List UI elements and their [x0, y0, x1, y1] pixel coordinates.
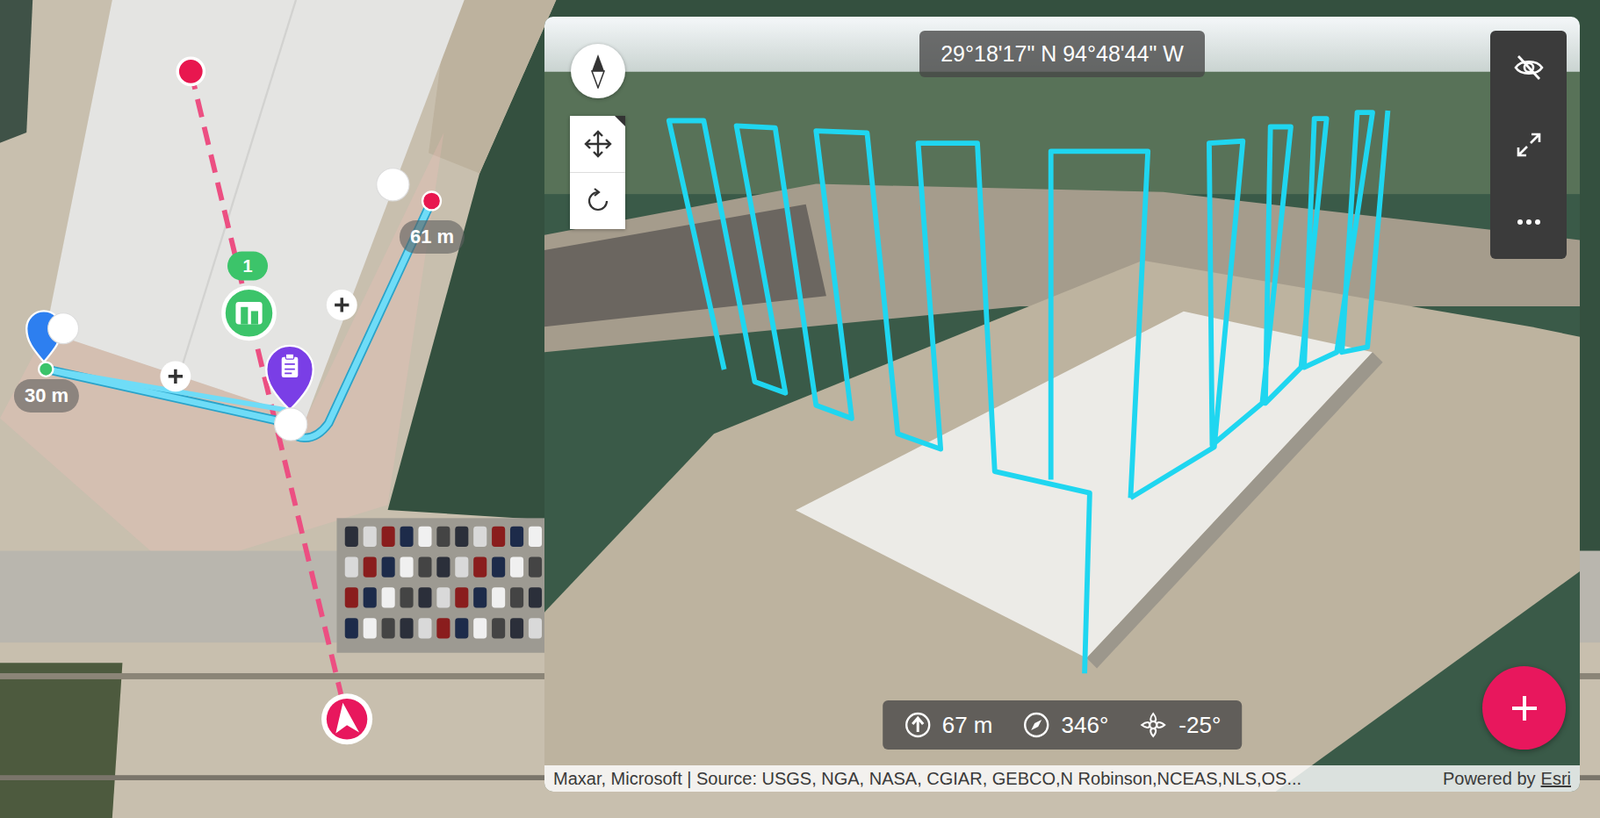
corner-marker: [614, 115, 626, 127]
map-water: [0, 0, 33, 144]
compass-button[interactable]: [570, 43, 626, 99]
telemetry-item: 346°: [1023, 711, 1110, 740]
path-handle[interactable]: [376, 168, 410, 202]
view-toolbar: [1490, 30, 1567, 260]
telemetry-value: 346°: [1061, 712, 1110, 740]
home-arrow-icon[interactable]: [321, 693, 373, 745]
parked-cars: [345, 526, 542, 640]
powered-by-text: Powered by: [1442, 769, 1536, 790]
attribution-text: Maxar, Microsoft | Source: USGS, NGA, NA…: [553, 769, 1302, 790]
add-waypoint-icon[interactable]: [326, 289, 358, 321]
path-start-dot[interactable]: [38, 362, 53, 377]
telemetry-item: 67 m: [903, 711, 994, 740]
path-handle[interactable]: [48, 313, 80, 345]
telemetry-value: 67 m: [942, 712, 994, 740]
navigation-tools: [569, 115, 626, 230]
rotate-icon: [583, 187, 613, 216]
more-button[interactable]: [1502, 197, 1556, 247]
water: [544, 16, 1580, 793]
path-handle[interactable]: [274, 408, 308, 441]
esri-link[interactable]: Esri: [1541, 769, 1572, 790]
plus-icon: [1508, 692, 1541, 725]
altitude-icon: [903, 711, 932, 740]
fullscreen-button[interactable]: [1502, 120, 1556, 170]
purple-pin-icon[interactable]: [266, 345, 313, 411]
gimbal-drone-icon: [1138, 710, 1168, 741]
warehouse-wall: [1086, 352, 1383, 669]
move-arrows-icon: [583, 129, 613, 159]
scene-3d[interactable]: [544, 16, 1580, 793]
compass-needle-icon: [586, 53, 610, 89]
top-row: 29°18'17" N 94°48'44" W: [544, 30, 1580, 78]
hide-button[interactable]: [1502, 43, 1556, 93]
far-land: [544, 72, 1580, 195]
route-line: [190, 71, 347, 720]
distance-label: 30 m: [14, 379, 80, 413]
flight-path-outline: [45, 201, 432, 439]
view-3d-panel[interactable]: 29°18'17" N 94°48'44" W 67 m 346° -25° Maxar…: [544, 16, 1580, 793]
distance-label: 61 m: [399, 220, 465, 254]
telemetry-value: -25°: [1178, 712, 1221, 740]
more-dots-icon: [1515, 217, 1543, 227]
add-waypoint-icon[interactable]: [159, 360, 191, 392]
attribution-bar: Maxar, Microsoft | Source: USGS, NGA, NA…: [544, 765, 1580, 793]
route-start-dot[interactable]: [177, 57, 204, 85]
flight-path[interactable]: [45, 201, 432, 439]
grass: [0, 663, 123, 818]
telemetry-bar: 67 m 346° -25°: [882, 700, 1243, 750]
powered-by: Powered byEsri: [1442, 769, 1572, 790]
pan-tool-button[interactable]: [569, 115, 626, 173]
building-poi-icon[interactable]: [223, 288, 274, 339]
flight-path-3d: [669, 110, 1389, 674]
telemetry-item: -25°: [1138, 710, 1221, 741]
eye-off-icon: [1513, 51, 1545, 84]
heading-compass-icon: [1023, 711, 1052, 740]
roof-ridge: [178, 0, 296, 378]
rotate-tool-button[interactable]: [569, 172, 626, 230]
parking-lot: [336, 518, 562, 653]
expand-icon: [1514, 130, 1543, 159]
map-ground: [0, 0, 1600, 818]
poi-count-badge: 1: [227, 252, 268, 282]
coordinates-readout: 29°18'17" N 94°48'44" W: [919, 30, 1205, 78]
path-end-dot[interactable]: [422, 191, 441, 210]
add-button[interactable]: [1482, 666, 1566, 750]
flight-planner: 61 m 30 m 1 29°18'17" N 94°48'44" W 67 m 346°…: [0, 0, 1600, 818]
near-pier: [544, 260, 1580, 793]
